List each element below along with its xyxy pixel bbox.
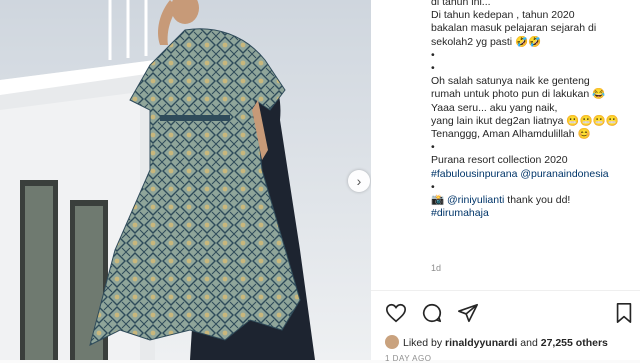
post-sidebar: di tahun ini... Di tahun kedepan , tahun …	[371, 0, 640, 363]
caption-line: Yaaa seru... aku yang naik,	[431, 101, 558, 114]
caption-line[interactable]: #fabulousinpurana @puranaindonesia	[431, 168, 636, 181]
post-date: 1 DAY AGO	[385, 354, 432, 363]
photo-illustration	[0, 0, 371, 360]
caption-line: di tahun ini...	[431, 0, 491, 8]
caption-line: •	[431, 141, 435, 154]
caption-line: Purana resort collection 2020	[431, 154, 568, 167]
post-photo[interactable]: ›	[0, 0, 371, 360]
divider	[371, 290, 640, 291]
caption-line: bakalan masuk pelajaran sejarah di	[431, 22, 597, 35]
post-caption: di tahun ini... Di tahun kedepan , tahun …	[431, 0, 636, 220]
avatar[interactable]	[385, 335, 399, 349]
likes-summary: Liked by rinaldyyunardi and 27,255 other…	[385, 335, 608, 349]
bookmark-icon[interactable]	[613, 302, 637, 326]
share-icon[interactable]	[457, 302, 481, 326]
comment-timestamp[interactable]: 1d	[431, 263, 441, 273]
caption-line: 📸 @riniyulianti thank you dd!	[431, 194, 571, 207]
heart-icon[interactable]	[385, 302, 409, 326]
mention-link[interactable]: @riniyulianti	[447, 194, 504, 206]
caption-line: yang lain ikut deg2an liatnya 😬😬😬😬	[431, 114, 619, 127]
caption-line: •	[431, 180, 435, 193]
caption-line: Tenanggg, Aman Alhamdulillah 😊	[431, 128, 591, 141]
comment-icon[interactable]	[421, 302, 445, 326]
caption-line: rumah untuk photo pun di lakukan 😂	[431, 88, 606, 101]
likes-count[interactable]: 27,255 others	[541, 337, 608, 349]
caption-line: Di tahun kedepan , tahun 2020	[431, 9, 575, 22]
caption-line: sekolah2 yg pasti 🤣🤣	[431, 35, 542, 48]
liked-by-username[interactable]: rinaldyyunardi	[445, 337, 517, 349]
caption-line: •	[431, 48, 435, 61]
chevron-right-icon: ›	[356, 173, 362, 189]
caption-line: Oh salah satunya naik ke genteng	[431, 75, 590, 88]
caption-line: •	[431, 62, 435, 75]
next-photo-button[interactable]: ›	[348, 170, 370, 192]
caption-line[interactable]: #dirumahaja	[431, 207, 636, 220]
action-bar	[385, 302, 635, 326]
